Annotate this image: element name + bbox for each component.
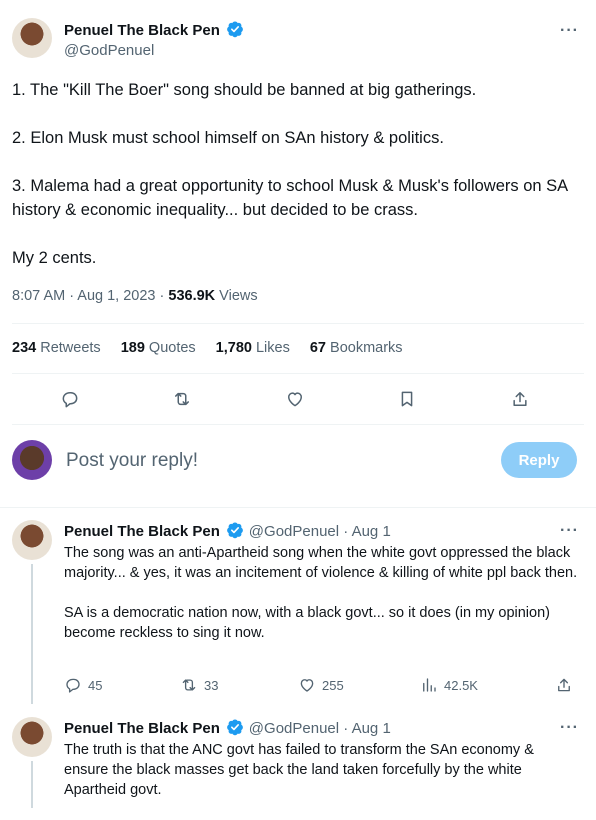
tweet-stats: 234 Retweets 189 Quotes 1,780 Likes 67 B…: [12, 340, 403, 356]
reply-action-share[interactable]: [555, 676, 573, 694]
tweet-paragraph: 3. Malema had a great opportunity to sch…: [12, 177, 568, 219]
reply-action-views[interactable]: 42.5K: [420, 676, 478, 694]
reply-paragraph: SA is a democratic nation now, with a bl…: [64, 605, 550, 641]
share-icon: [513, 392, 527, 406]
like-icon: [300, 679, 314, 692]
reply-icon: [66, 678, 80, 693]
reply-author-name[interactable]: Penuel The Black Pen: [64, 720, 220, 737]
retweet-icon: [175, 392, 189, 406]
verified-badge-icon: [227, 719, 244, 736]
more-icon[interactable]: ···: [560, 22, 579, 40]
reply-header: Penuel The Black Pen @GodPenuel · Aug 1: [64, 521, 391, 542]
retweet-button[interactable]: [165, 382, 199, 416]
quotes-count: 189: [120, 340, 145, 356]
retweets-count: 234: [12, 340, 37, 356]
retweets-stat[interactable]: 234 Retweets: [12, 340, 101, 356]
reply-button[interactable]: [53, 382, 87, 416]
author-header: Penuel The Black Pen @GodPenuel: [64, 20, 244, 61]
thread-line: [31, 761, 33, 808]
bookmark-icon: [401, 391, 413, 407]
bookmarks-label: Bookmarks: [326, 340, 403, 356]
tweet-paragraph: 2. Elon Musk must school himself on SAn …: [12, 129, 444, 147]
verified-badge-icon: [227, 21, 244, 38]
reply-author-avatar[interactable]: [12, 717, 52, 757]
author-avatar[interactable]: [12, 18, 52, 58]
retweet-count: 33: [204, 677, 219, 693]
tweet-paragraph: 1. The "Kill The Boer" song should be ba…: [12, 81, 477, 99]
views-label: Views: [215, 288, 258, 304]
likes-label: Likes: [251, 340, 290, 356]
bookmark-button[interactable]: [390, 382, 424, 416]
more-icon[interactable]: ···: [560, 522, 579, 540]
verified-badge-icon: [227, 522, 244, 539]
like-button[interactable]: [278, 382, 312, 416]
tweet-body: 1. The "Kill The Boer" song should be ba…: [12, 78, 587, 294]
reply-action-like[interactable]: 255: [298, 676, 344, 694]
reply-author-avatar[interactable]: [12, 520, 52, 560]
reply-header: Penuel The Black Pen @GodPenuel · Aug 1: [64, 718, 391, 739]
bookmarks-count: 67: [309, 340, 326, 356]
like-icon: [288, 392, 302, 407]
views-count: 536.9K: [168, 288, 216, 304]
views-icon: [423, 678, 436, 692]
quotes-label: Quotes: [144, 340, 196, 356]
likes-stat[interactable]: 1,780 Likes: [216, 340, 290, 356]
divider: [12, 424, 584, 425]
divider: [0, 507, 596, 508]
reply-body: The song was an anti-Apartheid song when…: [64, 543, 580, 663]
divider: [12, 323, 584, 324]
bookmarks-stat[interactable]: 67 Bookmarks: [310, 340, 403, 356]
reply-submit-button[interactable]: Reply: [501, 442, 577, 478]
like-count: 255: [322, 677, 344, 693]
likes-count: 1,780: [215, 340, 252, 356]
reply-paragraph: The truth is that the ANC govt has faile…: [64, 742, 534, 798]
tweet-timestamp: 8:07 AM · Aug 1, 2023 · 536.9K Views: [12, 286, 258, 306]
reply-action-reply[interactable]: 45: [64, 676, 102, 694]
views-count: 42.5K: [444, 677, 478, 693]
author-name[interactable]: Penuel The Black Pen: [64, 22, 220, 39]
reply-icon: [62, 392, 78, 408]
more-icon[interactable]: ···: [560, 719, 579, 737]
reply-paragraph: The song was an anti-Apartheid song when…: [64, 545, 578, 581]
tweet-paragraph: My 2 cents.: [12, 249, 97, 267]
author-handle[interactable]: @GodPenuel: [64, 41, 244, 61]
retweet-icon: [182, 679, 196, 691]
reply-action-retweet[interactable]: 33: [180, 676, 218, 694]
retweets-label: Retweets: [36, 340, 101, 356]
thread-line: [31, 564, 33, 704]
divider: [12, 373, 584, 374]
reply-count: 45: [88, 677, 103, 693]
current-user-avatar[interactable]: [12, 440, 52, 480]
reply-handle-date[interactable]: @GodPenuel · Aug 1: [249, 720, 391, 737]
reply-input[interactable]: Post your reply!: [66, 450, 198, 472]
share-button[interactable]: [503, 382, 537, 416]
reply-body: The truth is that the ANC govt has faile…: [64, 740, 580, 820]
share-icon: [558, 678, 570, 692]
quotes-stat[interactable]: 189 Quotes: [121, 340, 196, 356]
reply-handle-date[interactable]: @GodPenuel · Aug 1: [249, 523, 391, 540]
reply-author-name[interactable]: Penuel The Black Pen: [64, 523, 220, 540]
tweet-time[interactable]: 8:07 AM · Aug 1, 2023 ·: [12, 288, 168, 304]
